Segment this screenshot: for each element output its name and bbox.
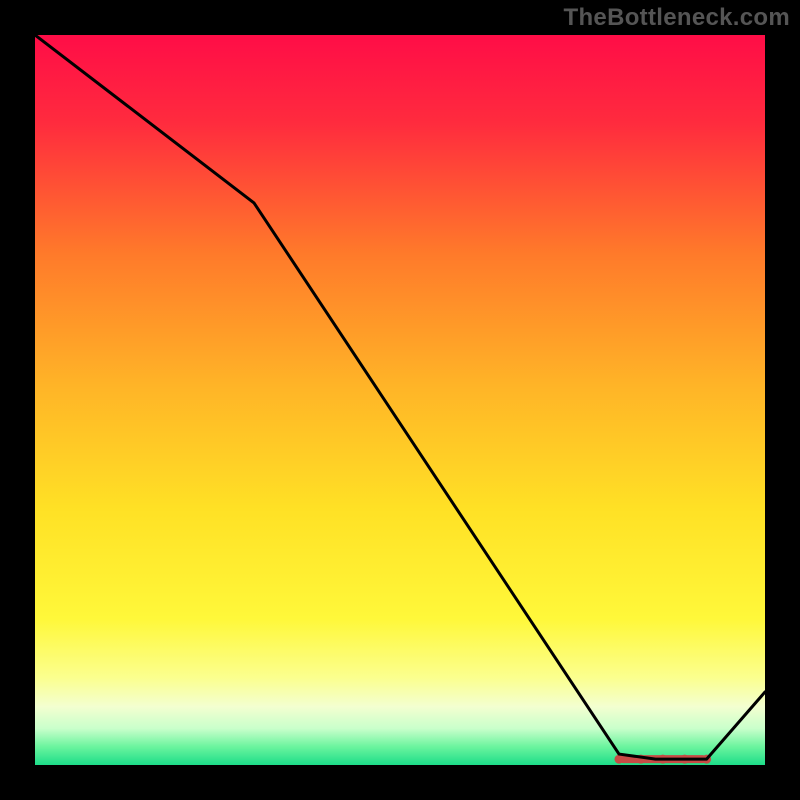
watermark-text: TheBottleneck.com [564, 4, 790, 32]
optimal-band-dot [615, 755, 624, 764]
chart-svg [35, 35, 765, 765]
gradient-background [35, 35, 765, 765]
chart-frame: TheBottleneck.com [0, 0, 800, 800]
chart-plot [35, 35, 765, 765]
